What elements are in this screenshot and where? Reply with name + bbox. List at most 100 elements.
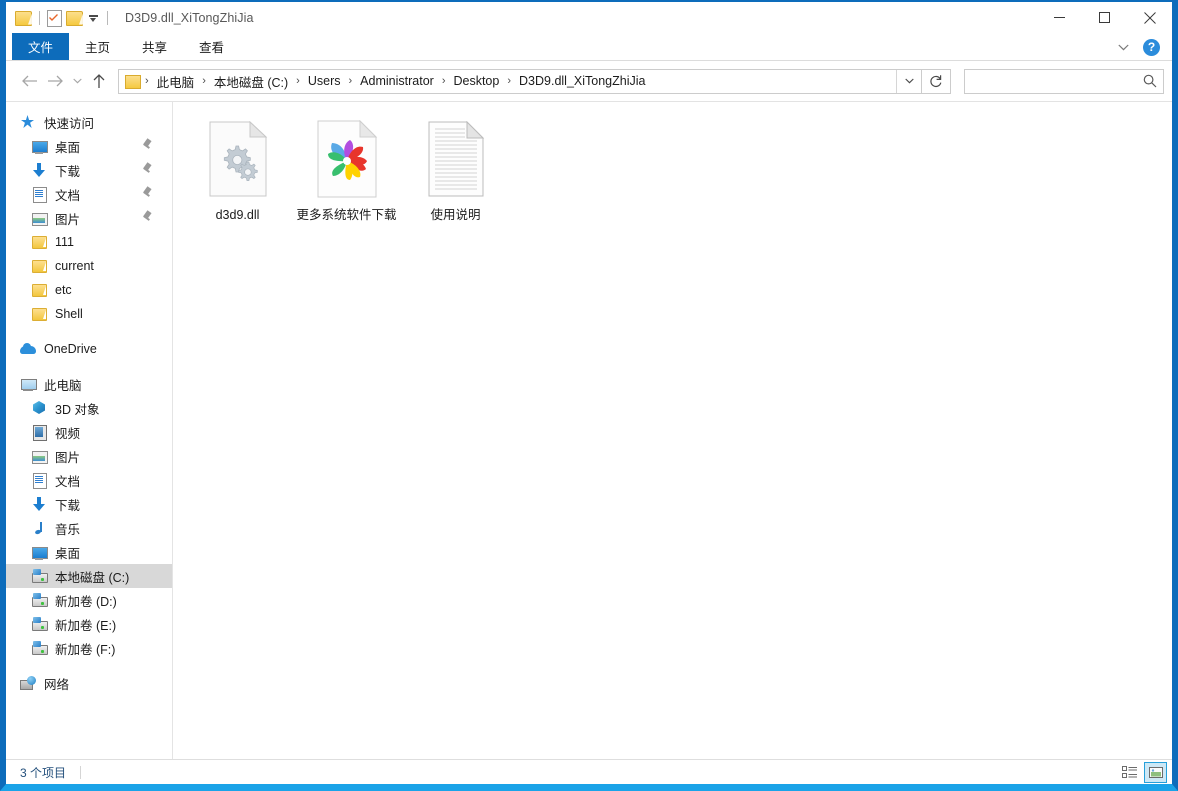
folder-icon[interactable] (15, 10, 32, 26)
ribbon-right-controls: ? (1113, 33, 1166, 61)
breadcrumb-separator-5[interactable]: › (503, 75, 515, 87)
chevron-down-icon (1117, 44, 1129, 50)
tab-view[interactable]: 查看 (183, 33, 240, 60)
sidebar-item-shell[interactable]: Shell (6, 302, 172, 326)
sidebar-item-desktop-pc[interactable]: 桌面 (6, 540, 172, 564)
file-label: 使用说明 (430, 208, 481, 222)
sidebar-group-label: 网络 (44, 677, 70, 692)
refresh-icon (930, 75, 942, 87)
sidebar-item-pictures[interactable]: 图片 (6, 206, 172, 230)
sidebar-item-111[interactable]: 111 (6, 230, 172, 254)
properties-icon[interactable] (47, 9, 62, 27)
file-item-more-software[interactable]: 更多系统软件下载 (292, 114, 401, 229)
details-view-button[interactable] (1118, 762, 1141, 783)
breadcrumb-folder-icon (125, 74, 141, 89)
search-box[interactable] (964, 68, 1164, 94)
pin-icon[interactable] (142, 163, 154, 175)
sidebar-item-desktop[interactable]: 桌面 (6, 134, 172, 158)
recent-locations-button[interactable] (68, 68, 86, 94)
sidebar-item-pictures-pc[interactable]: 图片 (6, 444, 172, 468)
breadcrumb-separator-2[interactable]: › (292, 75, 304, 87)
chevron-down-icon (72, 78, 82, 84)
desktop-icon (31, 138, 48, 154)
close-button[interactable] (1127, 2, 1172, 33)
sidebar-group-onedrive[interactable]: OneDrive (6, 337, 172, 361)
sidebar-item-volume-e[interactable]: 新加卷 (E:) (6, 612, 172, 636)
sidebar-item-label: etc (55, 283, 72, 297)
sidebar-item-downloads-pc[interactable]: 下载 (6, 492, 172, 516)
ribbon-tab-bar: 文件 主页 共享 查看 ? (6, 33, 1172, 61)
pin-icon[interactable] (142, 187, 154, 199)
arrow-right-icon (47, 75, 63, 87)
search-icon[interactable] (1143, 74, 1157, 88)
pin-icon[interactable] (142, 139, 154, 151)
documents-icon (31, 186, 47, 203)
sidebar-item-label: 桌面 (55, 546, 81, 561)
breadcrumb-separator-0[interactable]: › (141, 75, 153, 87)
sidebar-item-volume-f[interactable]: 新加卷 (F:) (6, 636, 172, 660)
sidebar-item-label: 本地磁盘 (C:) (55, 570, 130, 585)
sidebar-item-volume-d[interactable]: 新加卷 (D:) (6, 588, 172, 612)
qat-divider (39, 10, 40, 25)
help-button[interactable]: ? (1143, 38, 1160, 56)
window-controls (1037, 2, 1172, 33)
breadcrumb-separator-3[interactable]: › (345, 75, 357, 87)
sidebar-group-label: 快速访问 (44, 116, 95, 131)
tab-file[interactable]: 文件 (12, 33, 70, 60)
file-list-view[interactable]: d3d9.dll 更多系统软件下载 使用说明 (173, 102, 1172, 759)
refresh-button[interactable] (922, 68, 951, 94)
sidebar-item-videos[interactable]: 视频 (6, 420, 172, 444)
breadcrumb-item-local-disk[interactable]: 本地磁盘 (C:) (210, 70, 292, 93)
address-dropdown-button[interactable] (896, 69, 921, 93)
breadcrumb-item-desktop[interactable]: Desktop (449, 72, 503, 90)
sidebar-item-documents[interactable]: 文档 (6, 182, 172, 206)
file-item-d3d9-dll[interactable]: d3d9.dll (183, 114, 292, 229)
maximize-button[interactable] (1082, 2, 1127, 33)
status-bar: 3 个项目 (6, 759, 1172, 784)
sidebar-item-label: 新加卷 (D:) (55, 594, 117, 609)
breadcrumb-item-administrator[interactable]: Administrator (356, 72, 438, 90)
status-divider (80, 765, 82, 779)
sidebar-group-this-pc[interactable]: 此电脑 (6, 372, 172, 396)
sidebar-group-quick-access[interactable]: 快速访问 (6, 110, 172, 134)
sidebar-item-local-disk-c[interactable]: 本地磁盘 (C:) (6, 564, 172, 588)
ribbon-collapse-button[interactable] (1113, 37, 1133, 57)
minimize-button[interactable] (1037, 2, 1082, 33)
explorer-body: 快速访问 桌面 下载 文档 图片 111 current etc Shell O… (6, 102, 1172, 759)
sidebar-group-label: 此电脑 (44, 378, 82, 393)
up-button[interactable] (86, 68, 112, 94)
pin-icon[interactable] (142, 211, 154, 223)
sidebar-item-3d-objects[interactable]: 3D 对象 (6, 396, 172, 420)
breadcrumb-separator-1[interactable]: › (198, 75, 210, 87)
breadcrumb-separator-4[interactable]: › (438, 75, 450, 87)
file-item-instructions[interactable]: 使用说明 (401, 114, 510, 229)
window-title: D3D9.dll_XiTongZhiJia (125, 10, 254, 25)
sidebar-item-downloads[interactable]: 下载 (6, 158, 172, 182)
sidebar-item-etc[interactable]: etc (6, 278, 172, 302)
sidebar-item-documents-pc[interactable]: 文档 (6, 468, 172, 492)
large-icons-view-icon (1148, 767, 1163, 778)
sidebar-group-network[interactable]: 网络 (6, 671, 172, 695)
customize-dropdown-icon[interactable] (87, 11, 100, 24)
maximize-icon (1099, 12, 1110, 23)
qat-divider-2 (107, 10, 108, 25)
forward-button[interactable] (42, 68, 68, 94)
search-input[interactable] (973, 73, 1143, 89)
large-icons-view-button[interactable] (1144, 762, 1167, 783)
back-button[interactable] (16, 68, 42, 94)
new-folder-icon[interactable] (66, 10, 83, 26)
sidebar-item-music[interactable]: 音乐 (6, 516, 172, 540)
navigation-pane[interactable]: 快速访问 桌面 下载 文档 图片 111 current etc Shell O… (6, 102, 173, 759)
tab-home[interactable]: 主页 (69, 33, 126, 60)
breadcrumb-item-current-folder[interactable]: D3D9.dll_XiTongZhiJia (515, 72, 649, 90)
sidebar-group-label: OneDrive (44, 342, 97, 356)
breadcrumb-item-this-pc[interactable]: 此电脑 (153, 70, 199, 93)
breadcrumb-item-users[interactable]: Users (304, 72, 345, 90)
sidebar-item-label: current (55, 259, 94, 273)
tab-share[interactable]: 共享 (126, 33, 183, 60)
address-bar[interactable]: › 此电脑 › 本地磁盘 (C:) › Users › Administrato… (118, 68, 922, 94)
sidebar-item-label: 111 (55, 235, 75, 249)
sidebar-item-current[interactable]: current (6, 254, 172, 278)
file-icon-wrap (423, 118, 489, 200)
